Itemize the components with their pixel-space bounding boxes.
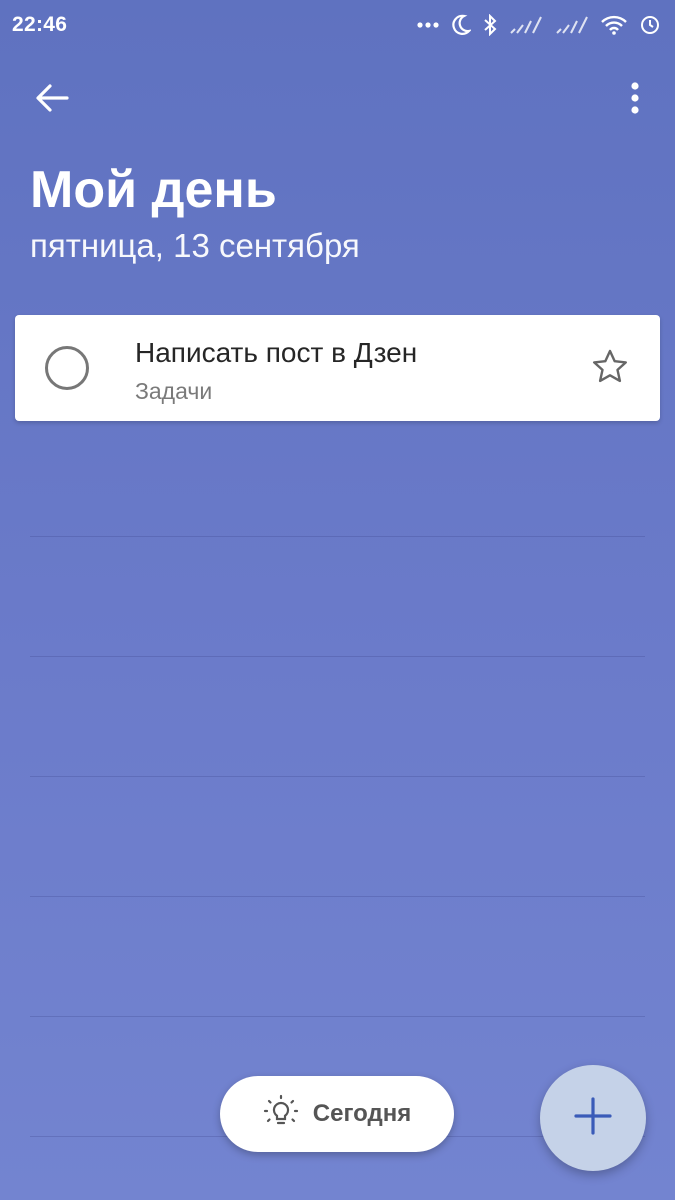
back-button[interactable] bbox=[30, 78, 74, 122]
moon-icon bbox=[451, 14, 471, 36]
signal-icon bbox=[509, 15, 543, 35]
more-vertical-icon bbox=[630, 81, 640, 119]
status-bar: 22:46 bbox=[0, 0, 675, 50]
sync-icon bbox=[639, 14, 661, 36]
today-suggestions-button[interactable]: Сегодня bbox=[220, 1076, 454, 1152]
lightbulb-icon bbox=[263, 1094, 299, 1135]
page-subtitle: пятница, 13 сентября bbox=[30, 227, 360, 264]
plus-icon bbox=[573, 1096, 613, 1141]
status-time: 22:46 bbox=[12, 13, 68, 36]
wifi-icon bbox=[601, 15, 627, 35]
divider bbox=[30, 656, 645, 657]
more-dots-icon bbox=[417, 21, 439, 29]
bluetooth-icon bbox=[483, 14, 497, 36]
add-task-button[interactable] bbox=[540, 1065, 646, 1171]
divider bbox=[30, 896, 645, 897]
task-complete-checkbox[interactable] bbox=[45, 346, 89, 390]
today-button-label: Сегодня bbox=[312, 1100, 412, 1127]
task-list-name: Задачи bbox=[135, 378, 213, 404]
signal-icon bbox=[555, 15, 589, 35]
star-outline-icon bbox=[591, 348, 629, 389]
divider bbox=[30, 1016, 645, 1017]
divider bbox=[30, 776, 645, 777]
task-title: Написать пост в Дзен bbox=[135, 337, 418, 368]
app-bar bbox=[0, 70, 675, 130]
divider bbox=[30, 536, 645, 537]
page-title: Мой день bbox=[30, 161, 277, 219]
more-options-button[interactable] bbox=[615, 78, 655, 122]
status-icons bbox=[417, 14, 661, 36]
task-star-button[interactable] bbox=[590, 348, 630, 388]
arrow-left-icon bbox=[35, 83, 69, 118]
task-item[interactable]: Написать пост в Дзен Задачи bbox=[15, 315, 660, 421]
